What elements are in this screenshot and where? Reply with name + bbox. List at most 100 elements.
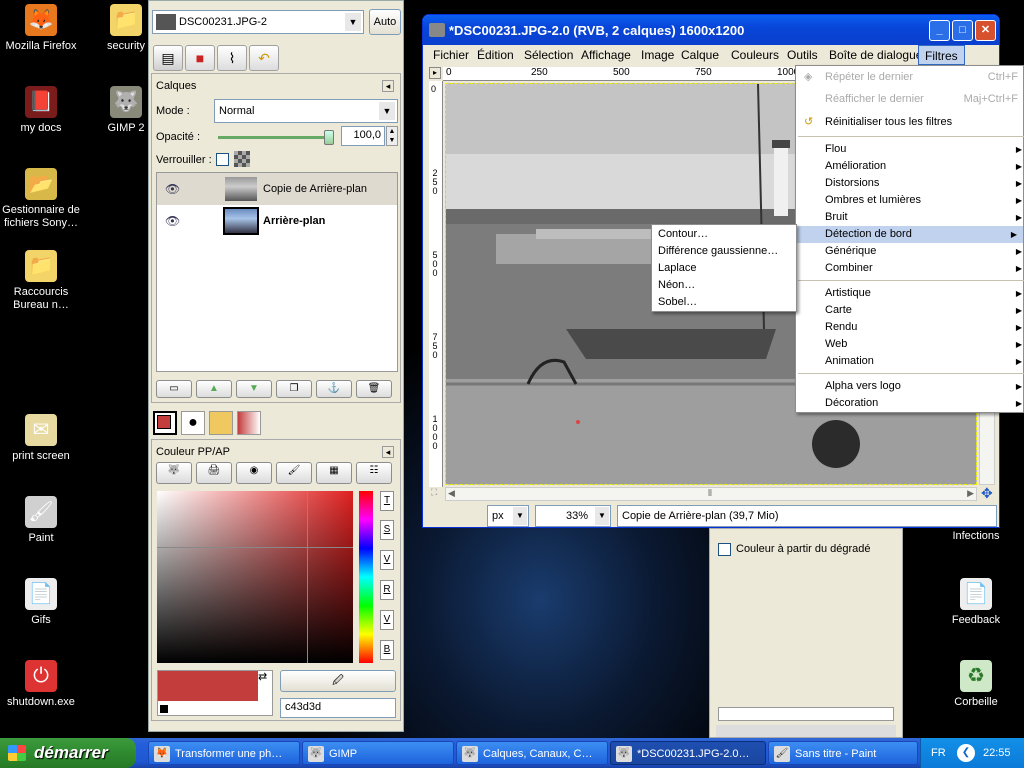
hue-strip[interactable]: [359, 491, 373, 663]
menu-affichage[interactable]: Affichage: [581, 45, 631, 65]
task-firefox[interactable]: 🦊 Transformer une ph…: [148, 741, 300, 765]
opacity-slider[interactable]: [218, 130, 334, 145]
menu-edition[interactable]: Édition: [477, 45, 514, 65]
menu-outils[interactable]: Outils: [787, 45, 818, 65]
horizontal-scrollbar[interactable]: [718, 707, 894, 721]
tab-channels[interactable]: ■: [185, 45, 215, 71]
menu-item-alpha-vers-logo[interactable]: Alpha vers logo ▶: [796, 378, 1024, 395]
menu-calque[interactable]: Calque: [681, 45, 719, 65]
layer-name[interactable]: Copie de Arrière-plan: [263, 183, 367, 195]
menu-item-detection-de-bord[interactable]: Détection de bord ▶: [796, 226, 1023, 243]
cmyk-selector-button[interactable]: 🖨: [196, 462, 232, 484]
new-layer-button[interactable]: ▭: [156, 380, 192, 398]
menu-item-amelioration[interactable]: Amélioration ▶: [796, 158, 1024, 175]
layer-row[interactable]: 👁 Copie de Arrière-plan: [157, 173, 397, 205]
gradient-color-checkbox[interactable]: [718, 543, 731, 556]
desktop-icon-corbeille[interactable]: ♻ Corbeille: [936, 660, 1016, 709]
default-colors-icon[interactable]: [160, 705, 168, 713]
spin-arrows-icon[interactable]: ▲ ▼: [386, 126, 398, 146]
maximize-button[interactable]: □: [952, 20, 973, 41]
mode-select[interactable]: Normal ▼: [214, 99, 398, 123]
panel-menu-icon[interactable]: ◂: [382, 446, 394, 458]
fg-bg-preview[interactable]: [157, 670, 273, 716]
scroll-left-icon[interactable]: ◀: [448, 488, 455, 499]
task-layers[interactable]: 🐺 Calques, Canaux, C…: [456, 741, 608, 765]
tab-paths[interactable]: ⌇: [217, 45, 247, 71]
menu-item-rendu[interactable]: Rendu ▶: [796, 319, 1024, 336]
desktop-icon-paint[interactable]: 🖌 Paint: [1, 496, 81, 545]
desktop-icon-infections[interactable]: Infections: [936, 530, 1016, 543]
submenu-item-laplace[interactable]: Laplace: [658, 262, 697, 274]
color-square[interactable]: [157, 491, 353, 663]
task-gimp[interactable]: 🐺 GIMP: [302, 741, 454, 765]
title-bar[interactable]: *DSC00231.JPG-2.0 (RVB, 2 calques) 1600x…: [423, 15, 999, 45]
eye-icon[interactable]: 👁: [165, 182, 180, 196]
eye-icon[interactable]: 👁: [165, 214, 180, 228]
anchor-layer-button[interactable]: ⚓: [316, 380, 352, 398]
quick-mask-icon[interactable]: ▸: [429, 67, 441, 79]
menu-item-bruit[interactable]: Bruit ▶: [796, 209, 1024, 226]
menu-item-decoration[interactable]: Décoration ▶: [796, 395, 1024, 412]
channel-h-button[interactable]: T: [380, 491, 394, 511]
menu-item-artistique[interactable]: Artistique ▶: [796, 285, 1024, 302]
menu-item-animation[interactable]: Animation ▶: [796, 353, 1024, 370]
desktop-icon-my-docs[interactable]: 📕 my docs: [1, 86, 81, 135]
channel-b-button[interactable]: B: [380, 640, 394, 660]
scales-selector-button[interactable]: ☷: [356, 462, 392, 484]
hex-input[interactable]: c43d3d: [280, 698, 396, 718]
channel-g-button[interactable]: V: [380, 610, 394, 630]
wheel-selector-button[interactable]: ◉: [236, 462, 272, 484]
auto-button[interactable]: Auto: [369, 9, 401, 35]
horizontal-scrollbar[interactable]: ◀ ⦀ ▶: [445, 487, 977, 501]
tab-layers[interactable]: ▤: [153, 45, 183, 71]
gimp-selector-button[interactable]: 🐺: [156, 462, 192, 484]
navigate-corner-icon[interactable]: ⛶: [431, 487, 445, 501]
close-button[interactable]: ✕: [975, 20, 996, 41]
scroll-right-icon[interactable]: ▶: [967, 488, 974, 499]
layer-name[interactable]: Arrière-plan: [263, 215, 325, 227]
menu-item-reset-filters[interactable]: ↺ Réinitialiser tous les filtres: [796, 114, 1024, 131]
menu-fichier[interactable]: Fichier: [433, 45, 469, 65]
menu-item-distorsions[interactable]: Distorsions ▶: [796, 175, 1024, 192]
desktop-icon-shutdown[interactable]: ⏻ shutdown.exe: [1, 660, 81, 709]
task-image-active[interactable]: 🐺 *DSC00231.JPG-2.0…: [610, 741, 766, 765]
menu-image[interactable]: Image: [641, 45, 674, 65]
lock-alpha-icon[interactable]: [234, 151, 250, 167]
channel-v-button[interactable]: V: [380, 550, 394, 570]
tab-gradients[interactable]: [237, 411, 261, 435]
tab-fg-bg[interactable]: [153, 411, 177, 435]
language-indicator[interactable]: FR: [931, 747, 946, 759]
menu-boite-de-dialogue[interactable]: Boîte de dialogue: [829, 45, 922, 65]
navigate-icon[interactable]: ✥: [981, 485, 993, 502]
channel-r-button[interactable]: R: [380, 580, 394, 600]
desktop-icon-feedback[interactable]: 📄 Feedback: [936, 578, 1016, 627]
zoom-select[interactable]: 33% ▼: [535, 505, 611, 527]
desktop-icon-gifs[interactable]: 📄 Gifs: [1, 578, 81, 627]
submenu-item-difference-gaussienne[interactable]: Différence gaussienne…: [658, 245, 778, 257]
raise-layer-button[interactable]: ▲: [196, 380, 232, 398]
desktop-icon-print-screen[interactable]: ✉ print screen: [1, 414, 81, 463]
menu-item-carte[interactable]: Carte ▶: [796, 302, 1024, 319]
opacity-slider-handle[interactable]: [324, 130, 334, 145]
start-button[interactable]: démarrer: [0, 738, 136, 768]
lower-layer-button[interactable]: ▼: [236, 380, 272, 398]
unit-select[interactable]: px ▼: [487, 505, 529, 527]
submenu-item-sobel[interactable]: Sobel…: [658, 296, 697, 308]
tab-patterns[interactable]: [209, 411, 233, 435]
minimize-button[interactable]: _: [929, 20, 950, 41]
delete-layer-button[interactable]: 🗑: [356, 380, 392, 398]
lock-pixels-checkbox[interactable]: [216, 153, 229, 166]
desktop-icon-raccourcis[interactable]: 📁 Raccourcis Bureau n…: [1, 250, 81, 312]
menu-couleurs[interactable]: Couleurs: [731, 45, 779, 65]
menu-item-ombres[interactable]: Ombres et lumières ▶: [796, 192, 1024, 209]
panel-menu-icon[interactable]: ◂: [382, 80, 394, 92]
menu-item-web[interactable]: Web ▶: [796, 336, 1024, 353]
task-paint[interactable]: 🖌 Sans titre - Paint: [768, 741, 918, 765]
desktop-icon-sony[interactable]: 📂 Gestionnaire de fichiers Sony…: [1, 168, 81, 230]
fg-color-swatch[interactable]: [158, 671, 258, 701]
menu-filtres[interactable]: Filtres: [918, 45, 965, 65]
palette-selector-button[interactable]: ▦: [316, 462, 352, 484]
tab-brushes[interactable]: ●: [181, 411, 205, 435]
duplicate-layer-button[interactable]: ❐: [276, 380, 312, 398]
chevron-left-icon[interactable]: ❮: [957, 744, 975, 762]
